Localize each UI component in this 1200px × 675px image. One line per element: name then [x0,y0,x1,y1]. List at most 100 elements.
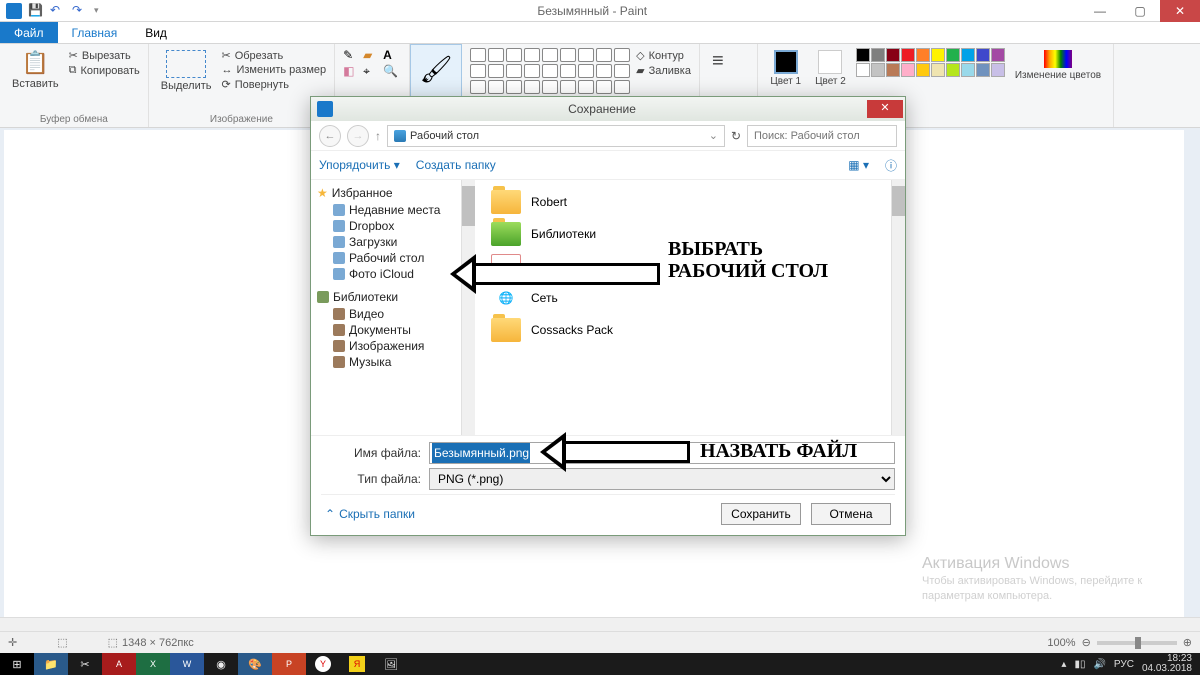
zoom-slider[interactable] [1097,641,1177,645]
tray-network-icon[interactable]: ▮▯ [1074,659,1085,670]
view-options-button[interactable]: ▦ ▾ [848,158,869,172]
maximize-button[interactable]: ▢ [1120,0,1160,22]
nav-fwd-button[interactable]: → [347,125,369,147]
brush-button[interactable]: 🖌 [419,49,453,89]
file-item-libraries[interactable]: Библиотеки [481,218,885,250]
zoom-out-button[interactable]: ⊖ [1082,636,1091,649]
color-swatch[interactable] [976,63,990,77]
magnify-icon[interactable]: 🔍 [383,64,401,79]
color2-button[interactable]: Цвет 2 [811,48,850,89]
color1-button[interactable]: Цвет 1 [766,48,805,89]
color-swatch[interactable] [931,48,945,62]
tree-lib-item[interactable]: Музыка [315,354,456,370]
nav-up-icon[interactable]: ↑ [375,129,381,143]
filetype-select[interactable]: PNG (*.png) [429,468,895,490]
color-swatch[interactable] [991,63,1005,77]
color-swatch[interactable] [871,63,885,77]
tree-fav-item[interactable]: Недавние места [315,202,456,218]
dlg-close-button[interactable]: ✕ [867,100,903,118]
color-swatch[interactable] [916,63,930,77]
tree-lib-item[interactable]: Изображения [315,338,456,354]
tab-view[interactable]: Вид [131,22,181,43]
fill-icon[interactable]: ▰ [363,48,381,62]
fillshape-button[interactable]: ▰Заливка [636,63,691,78]
hide-folders-button[interactable]: ⌃Скрыть папки [325,507,415,521]
resize-button[interactable]: ↔Изменить размер [221,63,326,77]
color-swatch[interactable] [931,63,945,77]
color-swatch[interactable] [991,48,1005,62]
save-icon[interactable]: 💾 [28,3,44,19]
file-list[interactable]: Robert Библиотеки 🌐Сеть Cossacks Pack [475,180,891,435]
save-button[interactable]: Сохранить [721,503,801,525]
copy-button[interactable]: ⧉Копировать [69,63,140,78]
nav-back-button[interactable]: ← [319,125,341,147]
tb-snip[interactable]: ✂ [68,653,102,675]
organize-button[interactable]: Упорядочить ▾ [319,158,400,172]
address-bar[interactable]: Рабочий стол ⌄ [387,125,725,147]
file-item-blank[interactable] [481,250,885,282]
filename-input[interactable] [429,442,895,464]
tree-libraries[interactable]: Библиотеки [315,288,456,306]
tb-adobe[interactable]: A [102,653,136,675]
tb-photos[interactable]: 🖼 [374,653,408,675]
shapes-gallery[interactable] [470,48,630,94]
color-swatch[interactable] [901,48,915,62]
rotate-button[interactable]: ⟳Повернуть [221,77,326,92]
tree-fav-item[interactable]: Загрузки [315,234,456,250]
tree-fav-item[interactable]: Рабочий стол [315,250,456,266]
tb-paint[interactable]: 🎨 [238,653,272,675]
color-swatch[interactable] [871,48,885,62]
start-button[interactable]: ⊞ [0,653,34,675]
color-palette[interactable] [856,48,1005,77]
crop-button[interactable]: ✂Обрезать [221,48,326,63]
undo-icon[interactable]: ↶ [50,3,66,19]
tree-scrollbar[interactable] [461,180,475,435]
file-item-cossacks[interactable]: Cossacks Pack [481,314,885,346]
edit-colors-button[interactable]: Изменение цветов [1011,48,1105,83]
paste-button[interactable]: 📋 Вставить [8,48,63,92]
color-swatch[interactable] [856,48,870,62]
color-swatch[interactable] [961,63,975,77]
help-icon[interactable]: ⓘ [885,157,897,174]
color-swatch[interactable] [946,63,960,77]
tray-clock[interactable]: 18:2304.03.2018 [1142,654,1192,674]
tree-lib-item[interactable]: Видео [315,306,456,322]
color-swatch[interactable] [946,48,960,62]
cut-button[interactable]: ✂Вырезать [69,48,140,63]
minimize-button[interactable]: — [1080,0,1120,22]
tb-excel[interactable]: X [136,653,170,675]
files-scrollbar[interactable] [891,180,905,435]
color-swatch[interactable] [886,48,900,62]
tray-up-icon[interactable]: ▴ [1061,659,1066,670]
eraser-icon[interactable]: ◧ [343,64,361,79]
close-button[interactable]: ✕ [1160,0,1200,22]
new-folder-button[interactable]: Создать папку [416,158,496,172]
tb-yandex2[interactable]: Я [349,656,365,672]
file-item-robert[interactable]: Robert [481,186,885,218]
tab-file[interactable]: Файл [0,22,58,43]
select-button[interactable]: Выделить [157,48,216,94]
file-item-network[interactable]: 🌐Сеть [481,282,885,314]
redo-icon[interactable]: ↷ [72,3,88,19]
outline-button[interactable]: ◇Контур [636,48,691,63]
color-swatch[interactable] [916,48,930,62]
color-swatch[interactable] [886,63,900,77]
search-input[interactable] [747,125,897,147]
qat-dropdown-icon[interactable]: ▾ [94,5,99,16]
pencil-icon[interactable]: ✎ [343,48,361,62]
size-button[interactable]: ≡ [708,48,728,75]
color-swatch[interactable] [901,63,915,77]
tb-powerpoint[interactable]: P [272,653,306,675]
tree-lib-item[interactable]: Документы [315,322,456,338]
tb-chrome[interactable]: ◉ [204,653,238,675]
h-scrollbar[interactable] [0,617,1200,631]
color-swatch[interactable] [856,63,870,77]
tray-lang[interactable]: РУС [1114,659,1134,670]
refresh-icon[interactable]: ↻ [731,129,741,143]
tb-word[interactable]: W [170,653,204,675]
tb-yandex[interactable]: Y [315,656,331,672]
zoom-in-button[interactable]: ⊕ [1183,636,1192,649]
color-swatch[interactable] [961,48,975,62]
tb-explorer[interactable]: 📁 [34,653,68,675]
tree-fav-item[interactable]: Фото iCloud [315,266,456,282]
